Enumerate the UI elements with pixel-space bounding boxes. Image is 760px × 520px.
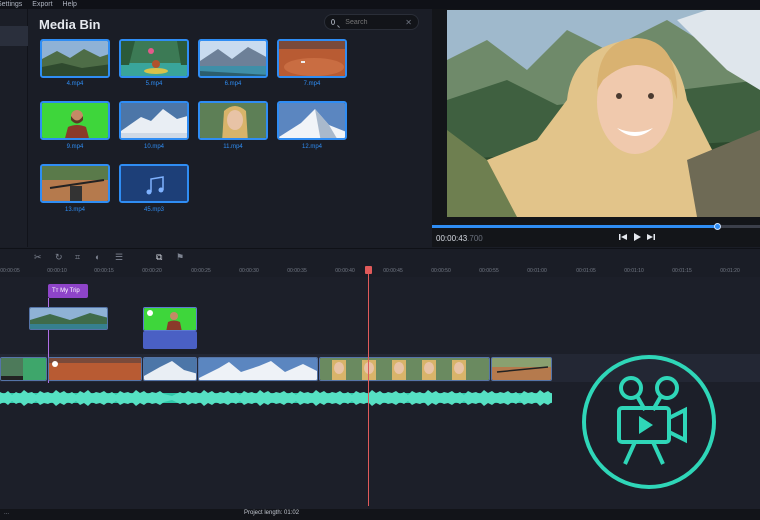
menu-settings[interactable]: Settings xyxy=(0,0,22,9)
media-label: 10.mp4 xyxy=(143,144,164,150)
cut-icon[interactable]: ✂ xyxy=(34,252,42,262)
playback-controls xyxy=(619,233,655,241)
media-thumb[interactable] xyxy=(40,39,110,78)
menu-export[interactable]: Export xyxy=(32,0,52,9)
media-thumb[interactable] xyxy=(40,101,110,140)
ruler-tick: 00:01:15 xyxy=(672,268,692,274)
project-length: Project length: 01:02 xyxy=(244,510,300,516)
title-icon: Tт xyxy=(52,288,61,294)
timecode: 00:00:43.700 xyxy=(436,234,483,243)
media-thumb[interactable] xyxy=(198,101,268,140)
media-thumb[interactable] xyxy=(277,39,347,78)
ruler-tick: 00:00:55 xyxy=(479,268,499,274)
ruler-tick: 00:00:45 xyxy=(383,268,403,274)
clear-icon[interactable]: ✕ xyxy=(405,18,412,27)
media-label: 6.mp4 xyxy=(224,81,242,87)
overlay-clip[interactable] xyxy=(29,307,108,330)
media-bin-title: Media Bin xyxy=(39,17,101,32)
media-thumb[interactable] xyxy=(119,164,189,203)
main-clip[interactable] xyxy=(0,357,47,381)
redo-icon[interactable]: ↻ xyxy=(55,252,63,262)
ruler-tick: 00:00:05 xyxy=(0,268,20,274)
overlay-icon[interactable]: ⧉ xyxy=(156,252,162,262)
media-label: 7.mp4 xyxy=(303,81,321,87)
video-preview[interactable] xyxy=(447,10,760,217)
ruler-tick: 00:01:00 xyxy=(527,268,547,274)
main-clip-selfie[interactable] xyxy=(319,357,490,381)
sidebar-item-selected[interactable] xyxy=(0,26,28,46)
status-bar: ... Project length: 01:02 xyxy=(0,509,760,520)
search-icon xyxy=(331,19,336,25)
playhead-line xyxy=(368,266,369,506)
main-clip-desert[interactable] xyxy=(48,357,142,381)
ruler-tick: 00:01:10 xyxy=(624,268,644,274)
audio-waveform[interactable] xyxy=(0,389,552,407)
preview-scrubber[interactable] xyxy=(432,225,760,228)
timecode-main: 00:00:43 xyxy=(436,234,468,243)
color-icon[interactable]: ◐ xyxy=(95,252,100,262)
properties-icon[interactable]: ☰ xyxy=(115,252,123,262)
media-thumb[interactable] xyxy=(40,164,110,203)
media-label: 5.mp4 xyxy=(145,81,163,87)
skip-back-icon[interactable] xyxy=(619,233,627,241)
overlay-clip-greenscreen[interactable] xyxy=(143,307,197,331)
title-clip[interactable]: Tт My Trip xyxy=(48,284,88,298)
scrubber-handle[interactable] xyxy=(714,223,721,230)
main-clip-snow[interactable] xyxy=(143,357,197,381)
media-label: 12.mp4 xyxy=(301,144,322,150)
skip-forward-icon[interactable] xyxy=(647,233,655,241)
search-input[interactable] xyxy=(345,18,406,26)
ruler-tick: 00:00:15 xyxy=(94,268,114,274)
timeline-ruler[interactable]: 00:00:05 00:00:10 00:00:15 00:00:20 00:0… xyxy=(0,265,760,277)
ruler-tick: 00:00:40 xyxy=(335,268,355,274)
ruler-tick: 00:00:10 xyxy=(47,268,67,274)
ruler-tick: 00:00:30 xyxy=(239,268,259,274)
scrubber-fill xyxy=(432,225,717,228)
ruler-tick: 00:01:20 xyxy=(720,268,740,274)
media-thumb[interactable] xyxy=(119,39,189,78)
play-icon[interactable] xyxy=(633,233,641,241)
media-thumb[interactable] xyxy=(119,101,189,140)
media-label: 13.mp4 xyxy=(64,207,85,213)
media-label: 4.mp4 xyxy=(66,81,84,87)
menu-bar: Settings Export Help xyxy=(0,0,760,9)
media-bin: Media Bin ✕ 4.mp4 5.mp4 6.mp4 7.mp4 9.mp… xyxy=(29,9,431,247)
ruler-tick: 00:00:50 xyxy=(431,268,451,274)
main-clip-peaks[interactable] xyxy=(198,357,318,381)
playhead-handle[interactable] xyxy=(365,266,372,274)
media-label: 11.mp4 xyxy=(223,144,243,150)
ruler-tick: 00:00:20 xyxy=(142,268,162,274)
timeline-toolbar: ✂ ↻ ⌗ ◐ ☰ ⧉ ⚑ xyxy=(0,248,760,265)
movavi-logo-icon xyxy=(582,355,716,489)
media-label: 9.mp4 xyxy=(66,144,84,150)
ruler-tick: 00:00:25 xyxy=(191,268,211,274)
ruler-tick: 00:00:35 xyxy=(287,268,307,274)
media-thumb[interactable] xyxy=(198,39,268,78)
status-left: ... xyxy=(4,510,10,516)
marker-icon[interactable]: ⚑ xyxy=(176,252,184,262)
media-label: 45.mp3 xyxy=(143,207,164,213)
ruler-tick: 00:01:05 xyxy=(576,268,596,274)
menu-help[interactable]: Help xyxy=(63,0,77,9)
search-box[interactable]: ✕ xyxy=(324,14,419,30)
title-clip-label: My Trip xyxy=(60,288,80,294)
sidebar xyxy=(0,9,28,247)
timecode-ms: .700 xyxy=(467,234,483,243)
crop-icon[interactable]: ⌗ xyxy=(75,252,80,262)
main-clip-bike[interactable] xyxy=(491,357,552,381)
media-thumb[interactable] xyxy=(277,101,347,140)
overlay-clip-bar[interactable] xyxy=(143,331,197,349)
